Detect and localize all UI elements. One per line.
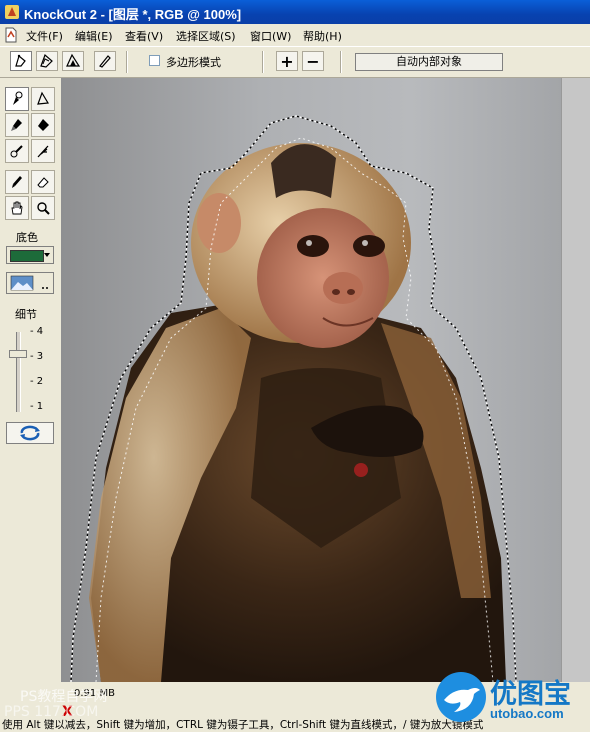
touchup-icon — [10, 145, 23, 158]
lasso-transition-button[interactable] — [62, 51, 84, 71]
toolbar-separator — [340, 51, 342, 73]
color-swatch — [10, 250, 44, 262]
pencil-icon — [99, 55, 111, 68]
outside-brush-tool[interactable] — [31, 113, 55, 137]
menu-window[interactable]: 窗口(W) — [250, 28, 291, 44]
brush-icon — [11, 119, 22, 131]
menu-view[interactable]: 查看(V) — [125, 28, 163, 44]
detail-brush-tool[interactable] — [31, 139, 55, 163]
logo-url: utobao.com — [490, 706, 564, 721]
watermark-subtext: PPS 117.COM — [4, 704, 99, 720]
watermark-text: PS教程自学网 — [20, 689, 108, 705]
menu-bar: 文件(F) 编辑(E) 查看(V) 选择区域(S) 窗口(W) 帮助(H) — [0, 24, 590, 47]
hand-tool[interactable] — [5, 196, 29, 220]
detail-tick-1: - 1 — [30, 401, 44, 412]
detail-tick-3: - 3 — [30, 351, 44, 362]
add-button[interactable]: + — [276, 51, 298, 71]
landscape-icon — [10, 275, 48, 291]
title-bar: KnockOut 2 - [图层 *, RGB @ 100%] — [0, 0, 590, 24]
inside-brush-tool[interactable] — [5, 113, 29, 137]
tool-panel: 底色 细节 - 4 - 3 - 2 - 1 — [0, 78, 60, 698]
touchup-tool[interactable] — [5, 139, 29, 163]
detail-label: 细节 — [15, 308, 37, 321]
outside-lasso-tool[interactable] — [31, 87, 55, 111]
window-title: KnockOut 2 - [图层 *, RGB @ 100%] — [24, 7, 242, 22]
toolbar-separator — [262, 51, 264, 73]
toolbar: 多边形模式 + − 自动内部对象 — [0, 47, 590, 78]
feather-icon — [37, 145, 49, 158]
hand-icon — [11, 201, 23, 215]
detail-tick-4: - 4 — [30, 326, 44, 337]
zoom-tool[interactable] — [31, 196, 55, 220]
outside-brush-icon — [38, 119, 49, 131]
image-canvas[interactable] — [61, 78, 561, 682]
background-image-button[interactable] — [6, 272, 54, 294]
document-icon[interactable] — [3, 27, 19, 43]
magnifier-icon — [37, 202, 50, 215]
utobao-logo: 优图宝 utobao.com — [434, 668, 590, 728]
menu-help[interactable]: 帮助(H) — [303, 28, 342, 44]
refresh-button[interactable] — [6, 422, 54, 444]
lasso-outline-icon — [40, 53, 53, 68]
detail-slider-thumb[interactable] — [9, 350, 27, 358]
lasso-transition-icon — [66, 53, 81, 67]
outside-lasso-icon — [37, 91, 50, 105]
vertical-scrollbar[interactable] — [561, 78, 590, 682]
plus-icon: + — [280, 51, 294, 71]
auto-inside-object-button[interactable]: 自动内部对象 — [355, 53, 503, 71]
refresh-icon — [20, 425, 40, 441]
background-color-picker[interactable] — [6, 246, 54, 264]
inside-lasso-tool[interactable] — [5, 87, 29, 111]
dropdown-arrow-icon — [44, 253, 50, 257]
menu-edit[interactable]: 编辑(E) — [75, 28, 113, 44]
eraser-icon — [37, 177, 49, 188]
polygon-mode-checkbox[interactable] — [149, 55, 160, 66]
background-color-label: 底色 — [16, 231, 38, 244]
polygon-mode-label: 多边形模式 — [166, 56, 221, 69]
menu-select-region[interactable]: 选择区域(S) — [176, 28, 236, 44]
lasso-inside-button[interactable] — [10, 51, 32, 71]
inside-brush-icon — [13, 91, 23, 105]
menu-file[interactable]: 文件(F) — [26, 28, 63, 44]
detail-slider-track[interactable] — [16, 332, 21, 412]
lasso-icon — [15, 54, 26, 67]
detail-tick-2: - 2 — [30, 376, 44, 387]
knockout-app-icon — [5, 5, 19, 19]
paint-brush-tool[interactable] — [5, 170, 29, 194]
lasso-outside-button[interactable] — [36, 51, 58, 71]
minus-icon: − — [306, 51, 320, 71]
pen-tool-button[interactable] — [94, 51, 116, 71]
paintbrush-icon — [12, 176, 22, 188]
monkey-photo — [70, 115, 517, 682]
subtract-button[interactable]: − — [302, 51, 324, 71]
eraser-tool[interactable] — [31, 170, 55, 194]
toolbar-separator — [126, 51, 128, 73]
bird-logo-icon — [436, 672, 486, 722]
